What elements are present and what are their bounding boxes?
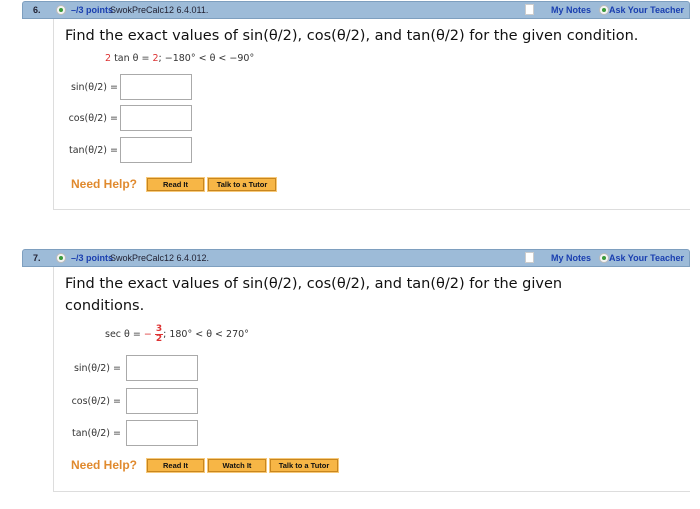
watch-it-button[interactable]: Watch It xyxy=(207,458,267,473)
expand-plus-icon[interactable] xyxy=(56,253,66,263)
need-help-label: Need Help? xyxy=(71,458,138,472)
cos-half-angle-input[interactable] xyxy=(120,105,192,131)
answer-row-tan: tan(θ/2) = xyxy=(54,420,121,446)
tan-half-angle-input[interactable] xyxy=(120,137,192,163)
talk-to-tutor-button[interactable]: Talk to a Tutor xyxy=(269,458,339,473)
answer-row-sin: sin(θ/2) = xyxy=(54,355,121,381)
my-notes-link[interactable]: My Notes xyxy=(551,5,591,15)
fraction-denominator: 2 xyxy=(155,334,163,344)
answer-row-tan: tan(θ/2) = xyxy=(54,137,118,163)
notes-page-icon[interactable] xyxy=(525,252,534,263)
need-help-label: Need Help? xyxy=(71,177,138,191)
notes-page-icon[interactable] xyxy=(525,4,534,15)
condition-expression: sec θ = xyxy=(105,329,144,340)
question-body: Find the exact values of sin(θ/2), cos(θ… xyxy=(53,19,690,210)
answer-label: sin(θ/2) = xyxy=(73,363,121,374)
answer-row-cos: cos(θ/2) = xyxy=(54,388,121,414)
question-prompt: Find the exact values of sin(θ/2), cos(θ… xyxy=(65,28,639,44)
condition-range: ; −180° < θ < −90° xyxy=(158,53,255,64)
answer-label: cos(θ/2) = xyxy=(71,396,121,407)
answer-label: tan(θ/2) = xyxy=(68,145,118,156)
ask-teacher-plus-icon[interactable] xyxy=(599,5,609,15)
condition-expression: tan θ = xyxy=(111,53,153,64)
condition-sign: − xyxy=(143,329,152,340)
question-body: Find the exact values of sin(θ/2), cos(θ… xyxy=(53,267,690,492)
my-notes-link[interactable]: My Notes xyxy=(551,253,591,263)
sin-half-angle-input[interactable] xyxy=(120,74,192,100)
read-it-button[interactable]: Read It xyxy=(146,458,205,473)
question-number: 6. xyxy=(33,5,41,15)
question-prompt: Find the exact values of sin(θ/2), cos(θ… xyxy=(65,276,563,314)
question-source: SwokPreCalc12 6.4.011. xyxy=(110,5,209,15)
ask-your-teacher-link[interactable]: Ask Your Teacher xyxy=(609,253,684,263)
answer-label: tan(θ/2) = xyxy=(71,428,121,439)
answer-label: cos(θ/2) = xyxy=(68,113,118,124)
answer-label: sin(θ/2) = xyxy=(70,82,118,93)
question-source: SwokPreCalc12 6.4.012. xyxy=(110,253,210,263)
condition-fraction: 32 xyxy=(154,325,164,344)
points-link[interactable]: –/3 points xyxy=(71,5,113,15)
ask-your-teacher-link[interactable]: Ask Your Teacher xyxy=(609,5,684,15)
given-condition: sec θ = − 3 2; 180° < θ < 270° xyxy=(105,325,249,344)
points-link[interactable]: –/3 points xyxy=(71,253,113,263)
given-condition: 2 tan θ = 2; −180° < θ < −90° xyxy=(105,53,254,64)
read-it-button[interactable]: Read It xyxy=(146,177,205,192)
sin-half-angle-input[interactable] xyxy=(126,355,198,381)
question-header: 7. –/3 points SwokPreCalc12 6.4.012. My … xyxy=(22,249,690,267)
ask-teacher-plus-icon[interactable] xyxy=(599,253,609,263)
tan-half-angle-input[interactable] xyxy=(126,420,198,446)
talk-to-tutor-button[interactable]: Talk to a Tutor xyxy=(207,177,277,192)
condition-range: ; 180° < θ < 270° xyxy=(163,329,249,340)
answer-row-sin: sin(θ/2) = xyxy=(54,74,118,100)
answer-row-cos: cos(θ/2) = xyxy=(54,105,118,131)
question-number: 7. xyxy=(33,253,41,263)
cos-half-angle-input[interactable] xyxy=(126,388,198,414)
question-header: 6. –/3 points SwokPreCalc12 6.4.011. My … xyxy=(22,1,690,19)
expand-plus-icon[interactable] xyxy=(56,5,66,15)
